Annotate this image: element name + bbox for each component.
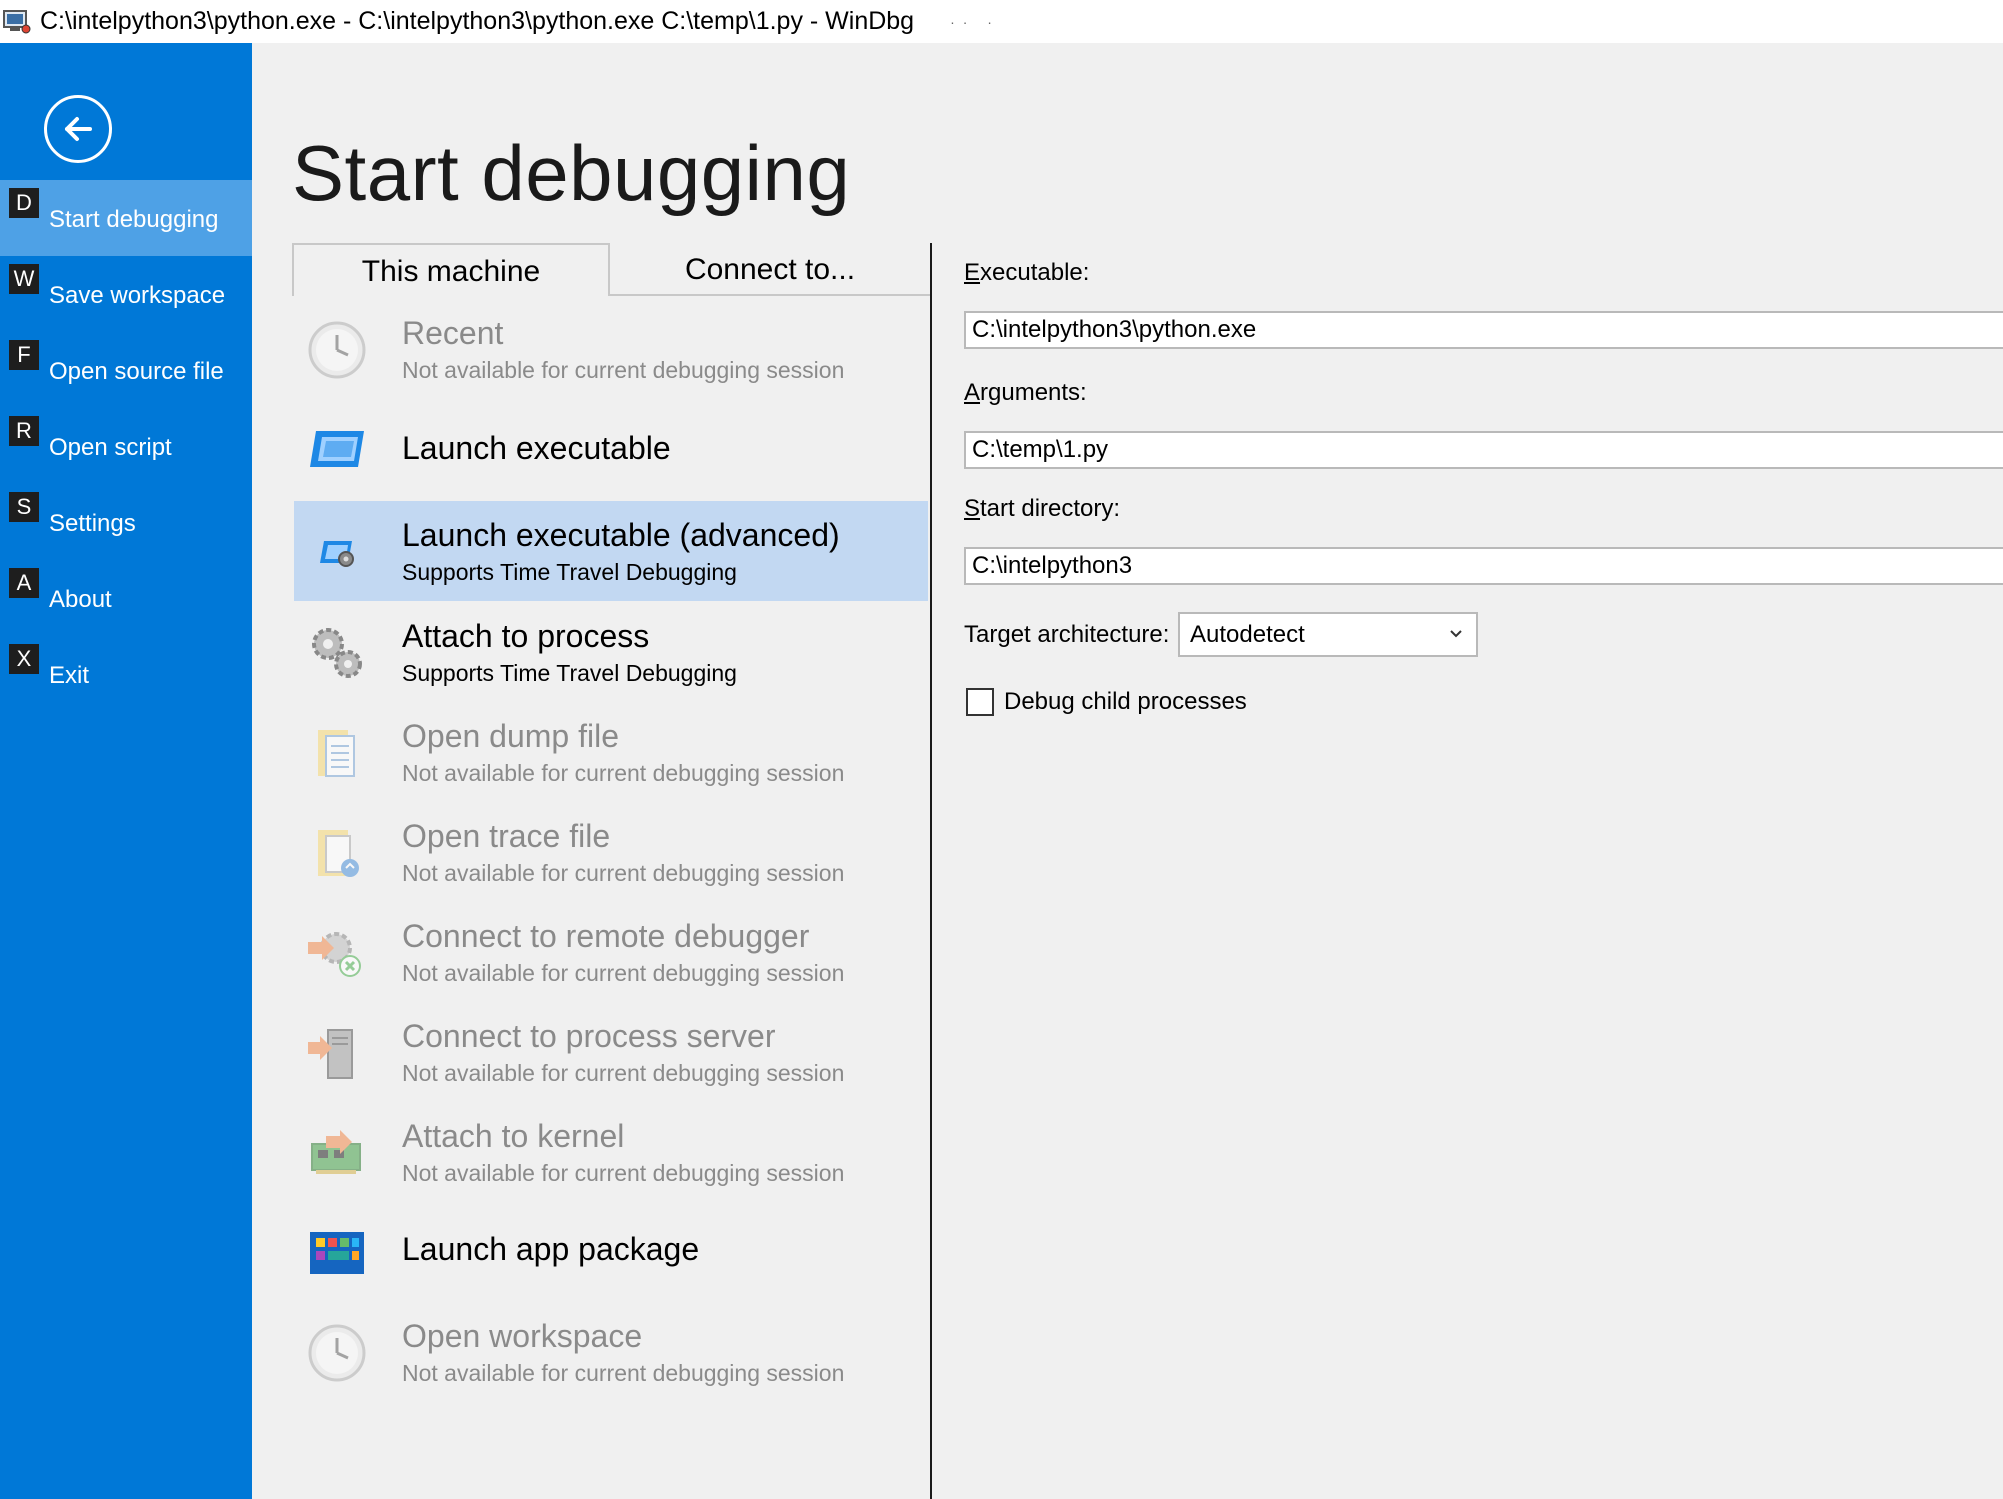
option-subtitle: Not available for current debugging sess… — [402, 960, 845, 986]
arguments-label: Arguments: — [964, 379, 1087, 407]
clock-icon — [308, 1324, 366, 1382]
option-subtitle: Not available for current debugging sess… — [402, 1160, 845, 1186]
debug-child-processes-label[interactable]: Debug child processes — [1004, 688, 1247, 716]
arrow-left-icon — [65, 117, 92, 141]
start-directory-label: Start directory: — [964, 495, 1120, 523]
option-open-workspace[interactable]: Open workspace Not available for current… — [294, 1308, 928, 1402]
tab-connect-to[interactable]: Connect to... — [610, 243, 930, 296]
start-directory-input[interactable] — [964, 547, 2003, 585]
shortcut-key-badge: X — [9, 644, 39, 674]
tab-bar: This machine Connect to... — [292, 243, 930, 296]
option-title: Connect to remote debugger — [402, 918, 810, 954]
sidebar-item-open-script[interactable]: R Open script — [0, 408, 252, 484]
option-title: Attach to process — [402, 618, 650, 654]
shortcut-key-badge: D — [9, 188, 39, 218]
option-title: Connect to process server — [402, 1018, 776, 1054]
target-architecture-label: Target architecture: — [964, 621, 1170, 648]
shortcut-key-badge: W — [9, 264, 39, 294]
gears-icon — [312, 628, 362, 678]
window-icon — [310, 431, 364, 467]
option-attach-to-process[interactable]: Attach to process Supports Time Travel D… — [294, 608, 928, 702]
option-subtitle: Supports Time Travel Debugging — [402, 660, 737, 686]
target-architecture-select[interactable]: Autodetect — [1178, 612, 1478, 657]
remote-debugger-icon — [308, 932, 361, 977]
option-title: Attach to kernel — [402, 1118, 625, 1154]
option-subtitle: Not available for current debugging sess… — [402, 760, 845, 786]
option-open-dump-file[interactable]: Open dump file Not available for current… — [294, 708, 928, 802]
sidebar-item-label: Start debugging — [49, 206, 219, 233]
sidebar-item-label: Save workspace — [49, 282, 226, 309]
sidebar-item-start-debugging[interactable]: D Start debugging — [0, 180, 252, 256]
sidebar-item-settings[interactable]: S Settings — [0, 484, 252, 560]
shortcut-key-badge: R — [9, 416, 39, 446]
back-button[interactable] — [44, 95, 112, 163]
windbg-app-icon — [3, 9, 31, 33]
title-bar: C:\intelpython3\python.exe - C:\intelpyt… — [0, 0, 2003, 43]
sidebar-item-about[interactable]: A About — [0, 560, 252, 636]
option-launch-executable-advanced[interactable]: Launch executable (advanced) Supports Ti… — [294, 501, 928, 601]
label-text: tart directory: — [980, 495, 1121, 522]
chevron-down-icon — [1450, 630, 1462, 638]
option-title: Recent — [402, 315, 504, 351]
debug-child-processes-checkbox[interactable] — [966, 688, 994, 716]
clock-icon — [308, 321, 366, 379]
panel-divider — [930, 243, 932, 1499]
label-text: xecutable: — [980, 259, 1090, 286]
option-title: Launch app package — [402, 1231, 700, 1267]
sidebar: D Start debugging W Save workspace F Ope… — [0, 43, 252, 1499]
executable-label: Executable: — [964, 259, 1089, 287]
option-title: Open dump file — [402, 718, 620, 754]
sidebar-item-label: Open source file — [49, 358, 224, 385]
circuit-board-icon — [311, 1130, 361, 1174]
option-launch-executable[interactable]: Launch executable — [294, 412, 928, 488]
label-text: rguments: — [980, 379, 1087, 406]
option-subtitle: Not available for current debugging sess… — [402, 357, 845, 383]
option-launch-app-package[interactable]: Launch app package — [294, 1213, 928, 1293]
option-title: Open workspace — [402, 1318, 643, 1354]
folder-document-icon — [318, 730, 355, 777]
tab-this-machine[interactable]: This machine — [292, 243, 610, 296]
option-title: Launch executable (advanced) — [402, 517, 840, 553]
select-value: Autodetect — [1190, 621, 1305, 648]
option-open-trace-file[interactable]: Open trace file Not available for curren… — [294, 808, 928, 902]
option-attach-to-kernel[interactable]: Attach to kernel Not available for curre… — [294, 1108, 928, 1202]
app-package-icon — [310, 1232, 364, 1274]
server-icon — [308, 1029, 353, 1079]
option-subtitle: Not available for current debugging sess… — [402, 860, 845, 886]
option-subtitle: Supports Time Travel Debugging — [402, 559, 737, 585]
sidebar-item-label: Open script — [49, 434, 172, 461]
access-key: A — [964, 379, 981, 406]
sidebar-item-label: Exit — [49, 662, 90, 689]
sidebar-item-open-source-file[interactable]: F Open source file — [0, 332, 252, 408]
access-key: S — [964, 495, 981, 522]
shortcut-key-badge: F — [9, 340, 39, 370]
executable-input[interactable] — [964, 311, 2003, 349]
option-connect-process-server[interactable]: Connect to process server Not available … — [294, 1008, 928, 1102]
folder-trace-icon — [318, 830, 359, 877]
sidebar-item-exit[interactable]: X Exit — [0, 636, 252, 712]
page-title: Start debugging — [292, 129, 851, 217]
window-title: C:\intelpython3\python.exe - C:\intelpyt… — [40, 7, 915, 35]
window-gear-icon — [320, 541, 354, 567]
shortcut-key-badge: S — [9, 492, 39, 522]
access-key: E — [964, 259, 981, 286]
option-connect-remote-debugger[interactable]: Connect to remote debugger Not available… — [294, 908, 928, 1002]
sidebar-item-save-workspace[interactable]: W Save workspace — [0, 256, 252, 332]
option-subtitle: Not available for current debugging sess… — [402, 1060, 845, 1086]
option-recent[interactable]: Recent Not available for current debuggi… — [294, 307, 928, 397]
option-title: Launch executable — [402, 430, 671, 466]
option-title: Open trace file — [402, 818, 611, 854]
sidebar-item-label: Settings — [49, 510, 136, 537]
option-subtitle: Not available for current debugging sess… — [402, 1360, 845, 1386]
shortcut-key-badge: A — [9, 568, 39, 598]
arguments-input[interactable] — [964, 431, 2003, 469]
sidebar-item-label: About — [49, 586, 112, 613]
window-title-suffix: ·· · — [950, 13, 1000, 30]
